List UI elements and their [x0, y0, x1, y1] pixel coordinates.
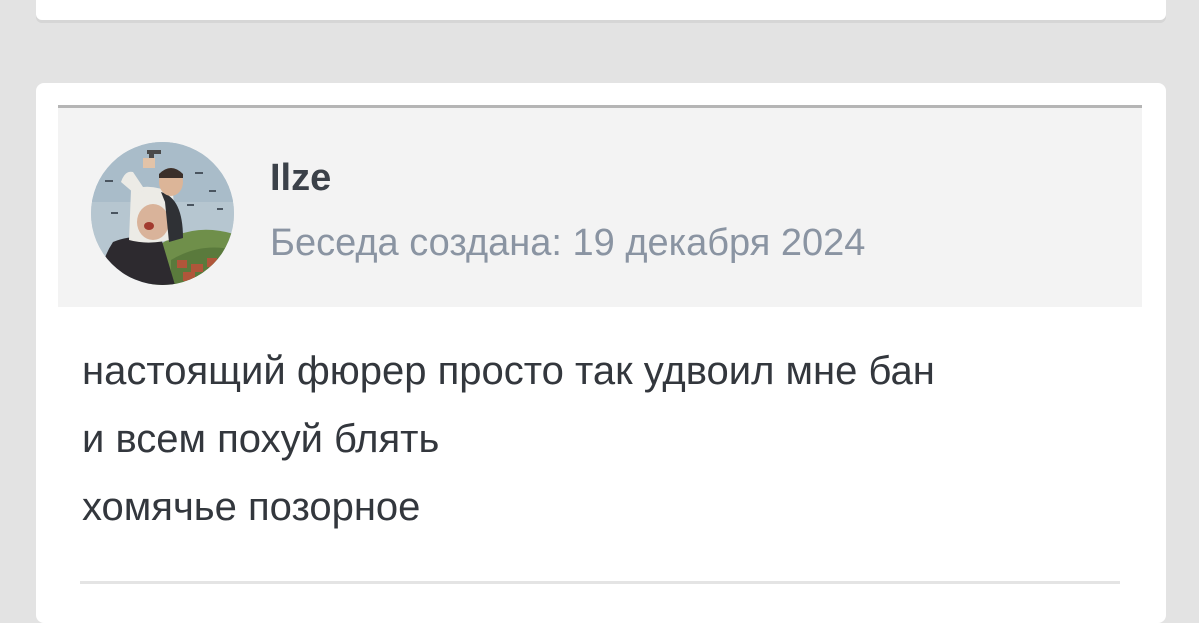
message-line: и всем похуй блять: [82, 417, 440, 461]
message-line: хомячье позорное: [82, 485, 421, 529]
message-line: настоящий фюрер просто так удвоил мне ба…: [82, 349, 935, 393]
user-avatar[interactable]: [91, 142, 234, 285]
author-name[interactable]: Ilze: [270, 156, 331, 200]
message-body: настоящий фюрер просто так удвоил мне ба…: [82, 337, 1122, 541]
conversation-header: Ilze Беседа создана: 19 декабря 2024: [58, 105, 1142, 307]
avatar-painting-icon: [91, 142, 234, 285]
previous-post-card: [36, 0, 1166, 20]
conversation-created-date: Беседа создана: 19 декабря 2024: [270, 222, 866, 264]
conversation-card: Ilze Беседа создана: 19 декабря 2024 нас…: [36, 83, 1166, 623]
footer-divider: [80, 581, 1120, 584]
